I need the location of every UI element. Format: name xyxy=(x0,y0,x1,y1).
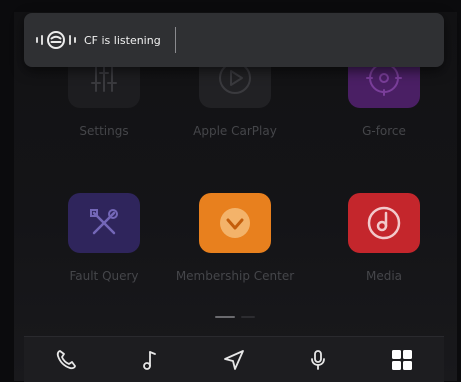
navigation-icon xyxy=(224,349,244,370)
page-indicator xyxy=(215,316,255,318)
sound-wave-left-icon xyxy=(36,37,38,43)
navigation-button[interactable] xyxy=(214,340,254,380)
music-note-icon xyxy=(143,350,156,370)
fault-query-tile[interactable] xyxy=(68,193,140,253)
voice-button[interactable] xyxy=(298,340,338,380)
bottom-dock xyxy=(24,336,444,382)
sound-wave-right-icon-2 xyxy=(74,37,76,43)
app-label-apple-carplay: Apple CarPlay xyxy=(193,124,277,138)
voice-assistant-logo xyxy=(36,30,76,50)
phone-icon xyxy=(56,349,76,369)
app-grid-icon xyxy=(392,349,412,370)
app-label-g-force: G-force xyxy=(362,124,406,138)
app-label-fault-query: Fault Query xyxy=(69,269,139,283)
app-label-settings: Settings xyxy=(79,124,129,138)
app-grid-button[interactable] xyxy=(382,340,422,380)
diamond-icon xyxy=(220,208,250,238)
app-label-media: Media xyxy=(365,269,403,283)
wrench-screwdriver-icon xyxy=(90,209,118,235)
banner-divider xyxy=(174,27,176,53)
phone-button[interactable] xyxy=(46,340,86,380)
app-media[interactable]: Media xyxy=(324,193,444,303)
sound-wave-left-icon-2 xyxy=(41,35,43,45)
page-dot xyxy=(241,316,255,318)
media-music-icon xyxy=(367,206,401,240)
music-button[interactable] xyxy=(130,340,170,380)
page-dot-active xyxy=(215,316,235,318)
home-screen: Settings Apple CarPlay G-force Fault Que… xyxy=(14,12,457,381)
assistant-logo-icon xyxy=(47,31,65,49)
media-tile[interactable] xyxy=(348,193,420,253)
app-membership-center[interactable]: Membership Center xyxy=(175,193,295,303)
app-fault-query[interactable]: Fault Query xyxy=(44,193,164,303)
microphone-icon xyxy=(311,349,325,370)
sound-wave-right-icon xyxy=(69,35,71,45)
voice-assistant-banner: CF is listening xyxy=(24,13,444,67)
app-label-membership-center: Membership Center xyxy=(175,269,295,283)
membership-center-tile[interactable] xyxy=(199,193,271,253)
voice-status-text: CF is listening xyxy=(84,33,161,47)
